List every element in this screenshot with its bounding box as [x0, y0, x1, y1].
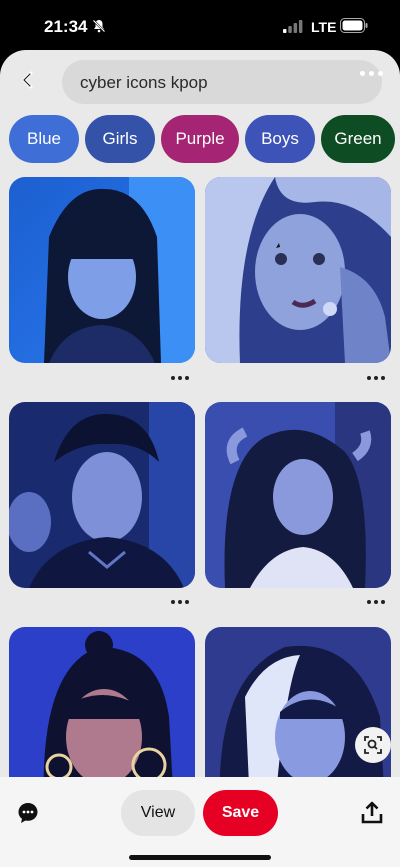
- portrait-image: [9, 177, 195, 363]
- portrait-image: [9, 402, 195, 588]
- pin-image[interactable]: [205, 402, 391, 588]
- status-time: 21:34: [44, 17, 88, 36]
- pin-more-button[interactable]: [170, 597, 190, 607]
- pin-image[interactable]: [205, 177, 391, 363]
- view-button[interactable]: View: [121, 790, 195, 836]
- dot: [171, 600, 175, 604]
- dot: [359, 70, 365, 76]
- share-icon[interactable]: [360, 801, 384, 825]
- dot: [367, 376, 371, 380]
- pin-image[interactable]: [9, 177, 195, 363]
- chip-girls[interactable]: Girls: [85, 115, 155, 163]
- portrait-image: [205, 177, 391, 363]
- dot: [178, 600, 182, 604]
- save-button[interactable]: Save: [203, 790, 278, 836]
- comment-icon[interactable]: [16, 801, 40, 825]
- filter-chips: Blue Girls Purple Boys Green: [9, 115, 400, 163]
- dot: [381, 376, 385, 380]
- dot: [374, 600, 378, 604]
- back-button[interactable]: [12, 64, 44, 96]
- pin-image[interactable]: [9, 402, 195, 588]
- signal-icon: [283, 20, 303, 33]
- chip-blue[interactable]: Blue: [9, 115, 79, 163]
- dot: [367, 600, 371, 604]
- network-label: LTE: [311, 19, 337, 35]
- pin-more-button[interactable]: [366, 597, 386, 607]
- dot: [185, 376, 189, 380]
- status-bar: 21:34 LTE: [0, 0, 400, 52]
- dot: [381, 600, 385, 604]
- dot: [171, 376, 175, 380]
- chip-purple[interactable]: Purple: [161, 115, 239, 163]
- search-query: cyber icons kpop: [80, 73, 208, 92]
- search-header: cyber icons kpop: [0, 50, 400, 112]
- battery-icon: [340, 18, 368, 33]
- chevron-left-icon: [22, 71, 33, 89]
- bell-slash-icon: [92, 19, 106, 33]
- home-indicator: [129, 855, 271, 860]
- visual-search-button[interactable]: [355, 727, 391, 763]
- chip-boys[interactable]: Boys: [245, 115, 315, 163]
- app-sheet: cyber icons kpop Blue Girls Purple Boys …: [0, 50, 400, 867]
- portrait-image: [205, 402, 391, 588]
- dot: [368, 70, 374, 76]
- bottom-action-bar: View Save: [0, 777, 400, 867]
- dot: [377, 70, 383, 76]
- dot: [374, 376, 378, 380]
- more-options-button[interactable]: [358, 68, 384, 78]
- pin-more-button[interactable]: [170, 373, 190, 383]
- lens-icon: [364, 736, 382, 754]
- dot: [178, 376, 182, 380]
- pin-more-button[interactable]: [366, 373, 386, 383]
- dot: [185, 600, 189, 604]
- chip-green[interactable]: Green: [321, 115, 395, 163]
- search-input[interactable]: cyber icons kpop: [62, 60, 382, 104]
